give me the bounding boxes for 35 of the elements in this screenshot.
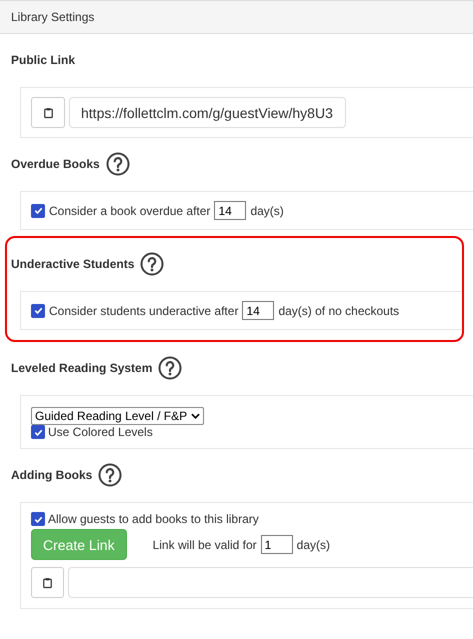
section-title: Public Link <box>11 53 76 67</box>
checkbox-label: Use Colored Levels <box>48 425 153 439</box>
level-dropdown[interactable]: Guided Reading Level / F&P <box>31 407 204 425</box>
help-icon[interactable] <box>140 252 164 276</box>
section-title: Overdue Books <box>11 157 100 171</box>
section-title: Leveled Reading System <box>11 361 152 375</box>
link-field[interactable] <box>68 567 473 598</box>
unit-label: day(s) <box>296 538 330 552</box>
copy-button[interactable] <box>31 567 64 598</box>
validity-label: Link will be valid for <box>152 538 257 552</box>
checkbox-label: Consider a book overdue after <box>49 204 210 218</box>
caret-icon <box>191 413 200 419</box>
checkbox-label: Consider students underactive after <box>49 304 238 318</box>
clipboard-icon <box>42 576 52 588</box>
copy-button[interactable] <box>31 97 65 128</box>
checkmark-icon <box>32 305 44 316</box>
url-field[interactable]: https://follettclm.com/g/guestView/hy8U3 <box>69 97 346 128</box>
help-icon[interactable] <box>106 152 130 176</box>
checkbox[interactable] <box>31 512 45 526</box>
panel-title: Library Settings <box>11 10 94 24</box>
unit-label: day(s) of no checkouts <box>278 304 400 318</box>
days-field[interactable]: 1 <box>260 535 293 554</box>
days-field[interactable]: 14 <box>242 301 274 320</box>
help-icon[interactable] <box>98 463 122 487</box>
clipboard-icon <box>44 106 52 118</box>
checkbox[interactable] <box>31 204 45 218</box>
checkbox[interactable] <box>31 425 45 439</box>
help-icon[interactable] <box>158 356 182 380</box>
checkbox-label: Allow guests to add books to this library <box>48 512 259 526</box>
checkmark-icon <box>32 205 44 216</box>
section-title: Underactive Students <box>11 257 134 271</box>
checkbox[interactable] <box>31 304 45 318</box>
days-field[interactable]: 14 <box>214 201 246 220</box>
section-title: Adding Books <box>11 468 92 482</box>
unit-label: day(s) <box>250 204 284 218</box>
